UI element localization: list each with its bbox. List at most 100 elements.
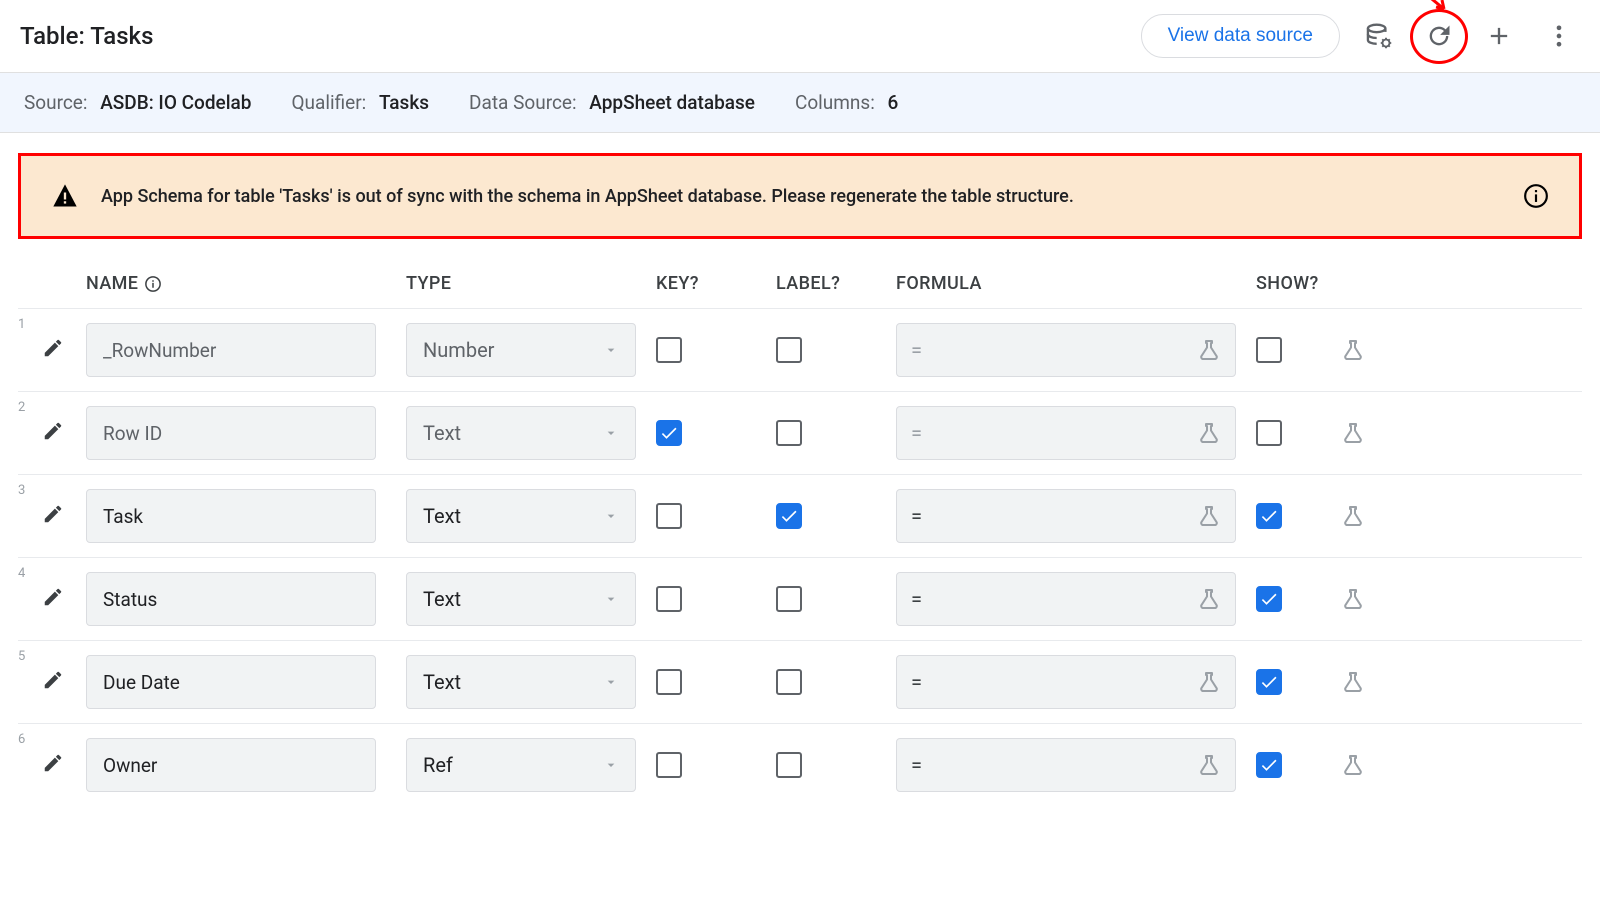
- header-formula: FORMULA: [896, 273, 1256, 294]
- header-type: TYPE: [406, 273, 656, 294]
- show-checkbox[interactable]: [1256, 503, 1282, 529]
- warning-triangle-icon: [51, 182, 79, 210]
- row-index: 4: [18, 566, 42, 581]
- column-type-label: Text: [423, 421, 461, 445]
- key-checkbox[interactable]: [656, 669, 682, 695]
- regenerate-button[interactable]: [1418, 15, 1460, 57]
- show-checkbox[interactable]: [1256, 752, 1282, 778]
- edit-column-button[interactable]: [42, 669, 64, 691]
- row-index: 6: [18, 732, 42, 747]
- column-name-input[interactable]: Due Date: [86, 655, 376, 709]
- chevron-down-icon: [603, 757, 619, 773]
- column-type-select[interactable]: Ref: [406, 738, 636, 792]
- column-type-label: Text: [423, 587, 461, 611]
- qualifier-value: Tasks: [379, 91, 429, 114]
- show-checkbox[interactable]: [1256, 337, 1282, 363]
- show-formula-button[interactable]: [1336, 416, 1370, 450]
- column-type-select[interactable]: Text: [406, 406, 636, 460]
- table-settings-button[interactable]: [1358, 15, 1400, 57]
- label-checkbox[interactable]: [776, 669, 802, 695]
- check-icon: [1259, 506, 1279, 526]
- flask-icon: [1341, 753, 1365, 777]
- info-outline-icon[interactable]: [144, 275, 162, 293]
- row-index: 1: [18, 317, 42, 332]
- row-index: 3: [18, 483, 42, 498]
- column-type-label: Text: [423, 504, 461, 528]
- formula-input[interactable]: =: [896, 323, 1236, 377]
- show-formula-button[interactable]: [1336, 665, 1370, 699]
- chevron-down-icon: [603, 425, 619, 441]
- edit-column-button[interactable]: [42, 337, 64, 359]
- show-checkbox[interactable]: [1256, 420, 1282, 446]
- column-type-select[interactable]: Text: [406, 572, 636, 626]
- edit-column-button[interactable]: [42, 420, 64, 442]
- column-row: 6 Owner Ref =: [18, 723, 1582, 806]
- show-formula-button[interactable]: [1336, 333, 1370, 367]
- column-row: 4 Status Text =: [18, 557, 1582, 640]
- key-checkbox[interactable]: [656, 420, 682, 446]
- edit-column-button[interactable]: [42, 586, 64, 608]
- column-type-select[interactable]: Text: [406, 655, 636, 709]
- view-data-source-button[interactable]: View data source: [1141, 14, 1340, 58]
- label-checkbox[interactable]: [776, 752, 802, 778]
- formula-input[interactable]: =: [896, 572, 1236, 626]
- warning-highlight-box: App Schema for table 'Tasks' is out of s…: [18, 153, 1582, 239]
- flask-icon: [1341, 587, 1365, 611]
- label-checkbox[interactable]: [776, 503, 802, 529]
- column-name-input[interactable]: Row ID: [86, 406, 376, 460]
- formula-input[interactable]: =: [896, 738, 1236, 792]
- check-icon: [1259, 755, 1279, 775]
- formula-eq: =: [911, 753, 922, 777]
- column-name-input[interactable]: _RowNumber: [86, 323, 376, 377]
- chevron-down-icon: [603, 591, 619, 607]
- column-type-select[interactable]: Text: [406, 489, 636, 543]
- refresh-icon: [1425, 22, 1453, 50]
- show-checkbox[interactable]: [1256, 669, 1282, 695]
- datasource-value: AppSheet database: [589, 91, 755, 114]
- formula-input[interactable]: =: [896, 489, 1236, 543]
- column-name-input[interactable]: Status: [86, 572, 376, 626]
- check-icon: [1259, 672, 1279, 692]
- column-type-label: Number: [423, 338, 494, 362]
- label-checkbox[interactable]: [776, 586, 802, 612]
- label-checkbox[interactable]: [776, 420, 802, 446]
- header-show: SHOW?: [1256, 273, 1396, 294]
- key-checkbox[interactable]: [656, 752, 682, 778]
- key-checkbox[interactable]: [656, 503, 682, 529]
- columns-header: NAME TYPE KEY? LABEL? FORMULA SHOW?: [18, 265, 1582, 308]
- source-value: ASDB: IO Codelab: [100, 91, 251, 114]
- datasource-label: Data Source:: [469, 91, 577, 114]
- formula-eq: =: [911, 670, 922, 694]
- formula-input[interactable]: =: [896, 655, 1236, 709]
- row-index: 5: [18, 649, 42, 664]
- show-formula-button[interactable]: [1336, 582, 1370, 616]
- more-menu-button[interactable]: [1538, 15, 1580, 57]
- column-type-select[interactable]: Number: [406, 323, 636, 377]
- attention-arrow-icon: [1406, 0, 1452, 15]
- column-row: 3 Task Text =: [18, 474, 1582, 557]
- column-type-label: Text: [423, 670, 461, 694]
- show-formula-button[interactable]: [1336, 499, 1370, 533]
- column-name-input[interactable]: Task: [86, 489, 376, 543]
- flask-icon: [1341, 670, 1365, 694]
- formula-input[interactable]: =: [896, 406, 1236, 460]
- show-formula-button[interactable]: [1336, 748, 1370, 782]
- flask-icon: [1197, 338, 1221, 362]
- info-icon[interactable]: [1523, 183, 1549, 209]
- column-row: 5 Due Date Text =: [18, 640, 1582, 723]
- label-checkbox[interactable]: [776, 337, 802, 363]
- edit-column-button[interactable]: [42, 752, 64, 774]
- key-checkbox[interactable]: [656, 337, 682, 363]
- edit-column-button[interactable]: [42, 503, 64, 525]
- add-button[interactable]: [1478, 15, 1520, 57]
- flask-icon: [1197, 587, 1221, 611]
- column-row: 1 _RowNumber Number =: [18, 308, 1582, 391]
- check-icon: [659, 423, 679, 443]
- flask-icon: [1197, 753, 1221, 777]
- show-checkbox[interactable]: [1256, 586, 1282, 612]
- header-name: NAME: [86, 273, 138, 294]
- flask-icon: [1197, 421, 1221, 445]
- column-name-input[interactable]: Owner: [86, 738, 376, 792]
- formula-eq: =: [911, 338, 922, 362]
- key-checkbox[interactable]: [656, 586, 682, 612]
